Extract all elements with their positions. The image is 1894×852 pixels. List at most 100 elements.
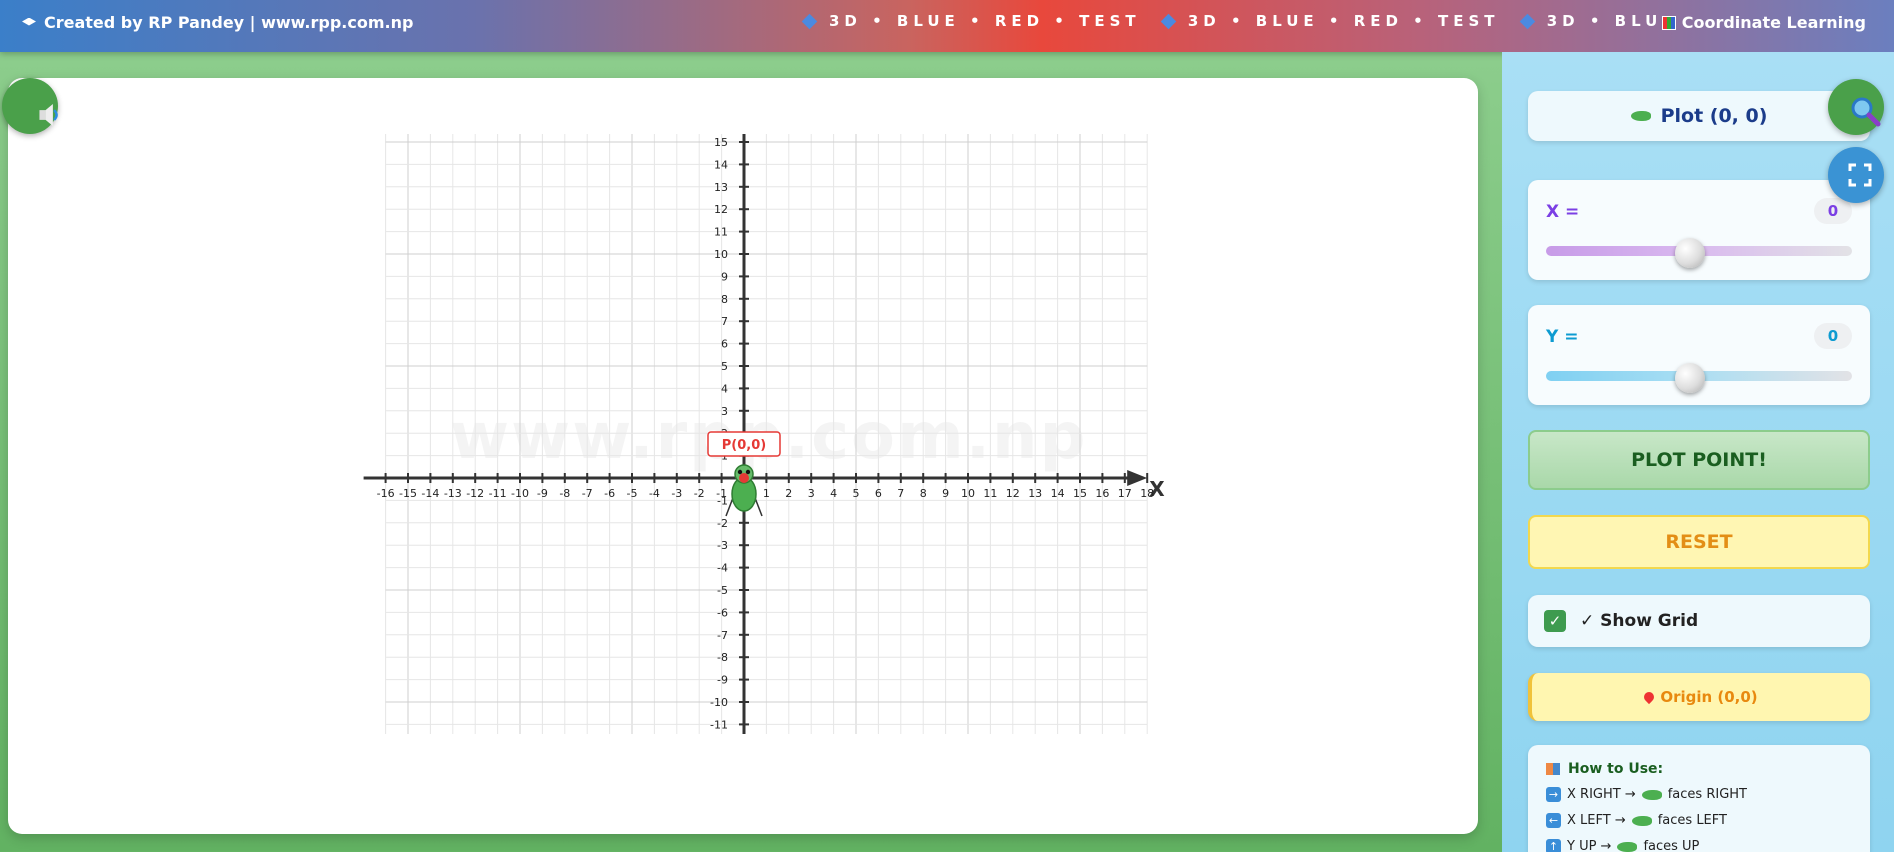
diamond-icon (801, 13, 818, 30)
y-tick-label: 9 (721, 270, 728, 283)
x-tick-label: 12 (1006, 487, 1020, 500)
y-slider-panel: Y = 0 (1528, 305, 1870, 405)
credit: Created by RP Pandey | www.rpp.com.np (22, 13, 413, 32)
marquee-item: 3D • BLUE • RED • TEST (1187, 12, 1500, 30)
x-tick-label: 18 (1140, 487, 1154, 500)
howto-suffix: faces UP (1643, 839, 1700, 852)
y-tick-label: 5 (721, 360, 728, 373)
pin-icon (1642, 689, 1657, 705)
x-tick-label: 16 (1095, 487, 1109, 500)
brand-text: Coordinate Learning (1681, 13, 1866, 32)
y-tick-label: 13 (714, 181, 728, 194)
credit-text: Created by RP Pandey | www.rpp.com.np (44, 13, 414, 32)
bug-icon (1641, 789, 1662, 800)
howto-row: ← X LEFT → faces LEFT (1546, 813, 1852, 828)
howto-prefix: X RIGHT → (1567, 787, 1636, 802)
x-value: 0 (1814, 198, 1852, 224)
graduation-cap-icon (22, 17, 36, 26)
x-tick-label: -8 (559, 487, 570, 500)
y-tick-label: -3 (717, 539, 728, 552)
x-tick-label: 3 (808, 487, 815, 500)
y-tick-label: -7 (717, 629, 728, 642)
arrow-up-icon: ↑ (1546, 839, 1561, 852)
show-grid-checkbox[interactable]: ✓ (1544, 610, 1566, 632)
howto-suffix: faces RIGHT (1667, 787, 1747, 802)
plot-point-button[interactable]: PLOT POINT! (1528, 430, 1870, 490)
book-icon (1546, 763, 1560, 775)
origin-button[interactable]: Origin (0,0) (1528, 673, 1870, 721)
bug-eye (737, 469, 743, 475)
x-tick-label: -10 (511, 487, 529, 500)
y-tick-label: 11 (714, 226, 728, 239)
magnifier-icon (1851, 97, 1881, 127)
diamond-icon (1519, 13, 1536, 30)
y-tick-label: -1 (717, 494, 728, 507)
y-tick-label: 10 (714, 248, 728, 261)
bug-icon (1617, 841, 1638, 852)
chart-icon (1661, 15, 1676, 30)
y-tick-label: 6 (721, 338, 728, 351)
y-tick-label: 4 (721, 382, 728, 395)
x-tick-label: -6 (604, 487, 615, 500)
x-tick-label: 1 (763, 487, 770, 500)
howto-row: ↑ Y UP → faces UP (1546, 839, 1852, 852)
y-tick-label: -10 (710, 696, 728, 709)
show-grid-label: ✓ Show Grid (1580, 611, 1699, 631)
speaker-icon (39, 104, 58, 126)
bug-eye (745, 469, 751, 475)
y-tick-label: 12 (714, 203, 728, 216)
y-tick-label: 15 (714, 136, 728, 149)
x-slider-panel: X = 0 (1528, 180, 1870, 280)
x-tick-label: 4 (830, 487, 837, 500)
y-tick-label: 14 (714, 158, 728, 171)
x-tick-label: 2 (785, 487, 792, 500)
x-tick-label: -3 (671, 487, 682, 500)
coordinate-plane[interactable]: XY-16-15-14-13-12-11-10-9-8-7-6-5-4-3-2-… (352, 134, 1172, 734)
x-tick-label: 13 (1028, 487, 1042, 500)
show-grid-panel[interactable]: ✓ ✓ Show Grid (1528, 595, 1870, 647)
x-tick-label: 17 (1118, 487, 1132, 500)
x-tick-label: -7 (582, 487, 593, 500)
marquee: 3D • BLUE • RED • TEST 3D • BLUE • RED •… (800, 12, 1660, 38)
howto-suffix: faces LEFT (1657, 813, 1727, 828)
top-banner: Created by RP Pandey | www.rpp.com.np 3D… (0, 0, 1894, 52)
x-slider-knob[interactable] (1674, 238, 1705, 268)
brand: Coordinate Learning (1661, 13, 1866, 32)
x-tick-label: -9 (537, 487, 548, 500)
x-tick-label: -13 (444, 487, 462, 500)
x-tick-label: -15 (399, 487, 417, 500)
y-slider-knob[interactable] (1674, 363, 1705, 393)
y-tick-label: 3 (721, 405, 728, 418)
x-slider-label: X = (1546, 202, 1580, 222)
plot-title: Plot (0, 0) (1660, 105, 1768, 127)
y-tick-label: -6 (717, 606, 728, 619)
y-tick-label: 8 (721, 293, 728, 306)
y-tick-label: -4 (717, 562, 728, 575)
x-tick-label: 7 (897, 487, 904, 500)
x-tick-label: -4 (649, 487, 660, 500)
fullscreen-button[interactable] (1828, 147, 1884, 203)
origin-label: Origin (0,0) (1660, 688, 1758, 706)
x-tick-label: -11 (489, 487, 507, 500)
marquee-item: 3D • BLUE • RED • TEST (829, 12, 1141, 30)
bug-icon (1631, 815, 1652, 826)
y-tick-label: -2 (717, 517, 728, 530)
arrow-right-icon: → (1546, 787, 1561, 802)
howto-prefix: X LEFT → (1567, 813, 1626, 828)
x-tick-label: 14 (1051, 487, 1065, 500)
y-slider-label: Y = (1546, 327, 1579, 347)
x-tick-label: -14 (421, 487, 439, 500)
y-tick-label: -5 (717, 584, 728, 597)
x-tick-label: 10 (961, 487, 975, 500)
y-tick-label: -8 (717, 651, 728, 664)
x-tick-label: -12 (466, 487, 484, 500)
zoom-button[interactable] (1828, 79, 1884, 135)
x-axis-arrow (1127, 470, 1148, 486)
x-tick-label: 6 (875, 487, 882, 500)
x-tick-label: 11 (983, 487, 997, 500)
x-tick-label: 15 (1073, 487, 1087, 500)
x-tick-label: -16 (377, 487, 395, 500)
fullscreen-icon (1848, 163, 1872, 187)
reset-button[interactable]: RESET (1528, 515, 1870, 569)
y-tick-label: -9 (717, 674, 728, 687)
